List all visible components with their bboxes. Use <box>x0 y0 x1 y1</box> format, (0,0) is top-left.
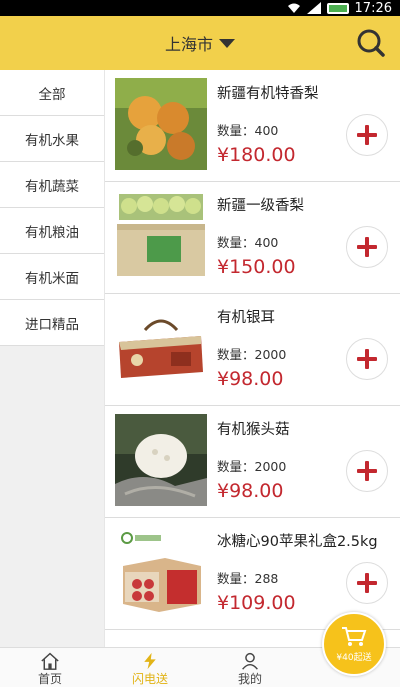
plus-icon <box>357 349 377 369</box>
plus-icon <box>357 125 377 145</box>
product-name: 新疆有机特香梨 <box>217 86 319 102</box>
category-label: 进口精品 <box>25 316 79 333</box>
category-organic-grain-oil[interactable]: 有机粮油 <box>0 208 104 254</box>
category-label: 有机水果 <box>25 132 79 149</box>
product-quantity: 数量：400 <box>217 235 279 250</box>
plus-icon <box>357 237 377 257</box>
tab-home[interactable]: 首页 <box>0 648 100 687</box>
product-name: 冰糖心90苹果礼盒2.5kg <box>217 534 378 550</box>
add-to-cart-button[interactable] <box>346 562 388 604</box>
tab-label: 首页 <box>37 672 62 686</box>
cart-minimum-label: ¥40起送 <box>336 652 372 663</box>
product-price: ¥98.00 <box>217 368 284 390</box>
product-price: ¥150.00 <box>217 256 296 278</box>
tab-flash-delivery[interactable]: 闪电送 <box>100 648 200 687</box>
product-image <box>115 414 207 506</box>
home-icon <box>41 652 59 670</box>
product-price: ¥180.00 <box>217 144 296 166</box>
tab-label: 我的 <box>237 672 262 686</box>
add-to-cart-button[interactable] <box>346 338 388 380</box>
product-price: ¥109.00 <box>217 592 296 614</box>
add-to-cart-button[interactable] <box>346 226 388 268</box>
product-name: 有机猴头菇 <box>217 422 290 438</box>
category-sidebar: 全部 有机水果 有机蔬菜 有机粮油 有机米面 进口精品 <box>0 70 104 687</box>
product-quantity: 数量：2000 <box>217 347 287 362</box>
status-right: 17:26 <box>287 0 392 16</box>
category-label: 有机粮油 <box>25 224 79 241</box>
lightning-icon <box>144 652 156 670</box>
plus-icon <box>357 573 377 593</box>
category-all[interactable]: 全部 <box>0 70 104 116</box>
signal-icon <box>306 2 321 14</box>
product-image <box>115 302 207 394</box>
category-label: 有机蔬菜 <box>25 178 79 195</box>
tab-label: 闪电送 <box>131 672 168 686</box>
product-item[interactable]: 有机银耳 数量：2000 ¥98.00 <box>105 294 400 406</box>
category-imported[interactable]: 进口精品 <box>0 300 104 346</box>
city-selector[interactable]: 上海市 <box>0 16 400 70</box>
product-image <box>115 526 207 618</box>
category-organic-fruit[interactable]: 有机水果 <box>0 116 104 162</box>
category-organic-vegetables[interactable]: 有机蔬菜 <box>0 162 104 208</box>
status-bar: 17:26 <box>0 0 400 16</box>
city-label: 上海市 <box>164 35 213 54</box>
add-to-cart-button[interactable] <box>346 114 388 156</box>
product-name: 新疆一级香梨 <box>217 198 304 214</box>
product-quantity: 数量：2000 <box>217 459 287 474</box>
product-quantity: 数量：288 <box>217 571 279 586</box>
product-quantity: 数量：400 <box>217 123 279 138</box>
plus-icon <box>357 461 377 481</box>
cart-button[interactable]: ¥40起送 <box>322 612 386 676</box>
category-organic-rice-flour[interactable]: 有机米面 <box>0 254 104 300</box>
battery-icon <box>326 2 349 14</box>
product-price: ¥98.00 <box>217 480 284 502</box>
status-time: 17:26 <box>354 0 392 16</box>
category-label: 全部 <box>38 86 66 103</box>
product-item[interactable]: 有机猴头菇 数量：2000 ¥98.00 <box>105 406 400 518</box>
category-label: 有机米面 <box>25 270 79 287</box>
wifi-icon <box>287 3 300 13</box>
product-image <box>115 190 207 282</box>
top-header: 上海市 <box>0 16 400 70</box>
caret-down-icon <box>219 38 235 48</box>
product-item[interactable]: 新疆一级香梨 数量：400 ¥150.00 <box>105 182 400 294</box>
add-to-cart-button[interactable] <box>346 450 388 492</box>
search-icon[interactable] <box>356 28 386 58</box>
product-item[interactable]: 新疆有机特香梨 数量：400 ¥180.00 <box>105 70 400 182</box>
product-name: 有机银耳 <box>217 310 275 326</box>
product-image <box>115 78 207 170</box>
shopping-cart-icon <box>342 626 367 646</box>
tab-mine[interactable]: 我的 <box>200 648 300 687</box>
product-list: 新疆有机特香梨 数量：400 ¥180.00 新疆一级香梨 数量：400 ¥15… <box>104 70 400 647</box>
user-icon <box>242 652 258 670</box>
